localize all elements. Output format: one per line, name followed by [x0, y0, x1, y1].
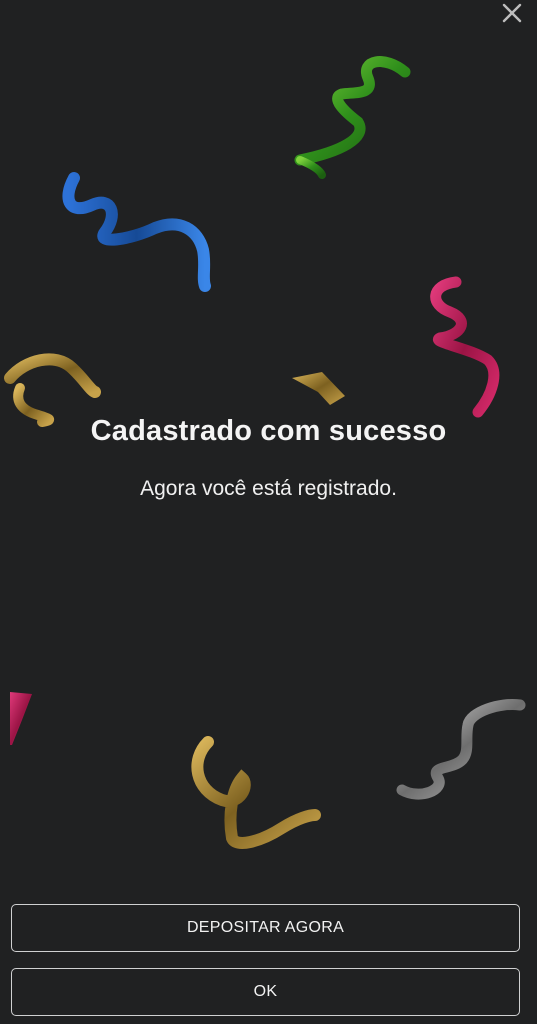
- close-icon[interactable]: [501, 2, 523, 24]
- confetti-piece-gold-center: [292, 372, 345, 405]
- close-icon-glyph: [502, 3, 522, 23]
- ok-button[interactable]: OK: [11, 968, 520, 1016]
- confetti-piece-pink-left: [10, 692, 32, 745]
- deposit-now-button[interactable]: DEPOSITAR AGORA: [11, 904, 520, 952]
- confetti-ribbon-green: [294, 56, 411, 179]
- confetti-ribbon-pink: [430, 276, 500, 418]
- confetti-decoration: [4, 56, 526, 849]
- confetti-ribbon-gold-left: [4, 353, 101, 427]
- dialog-title: Cadastrado com sucesso: [90, 415, 447, 447]
- confetti-ribbon-gold-bottom: [191, 736, 321, 849]
- confetti-ribbon-silver: [396, 698, 526, 800]
- dialog-message: Agora você está registrado.: [140, 477, 397, 500]
- success-dialog-screen: Cadastrado com sucesso Agora você está r…: [0, 0, 537, 1024]
- confetti-ribbon-blue: [62, 172, 211, 292]
